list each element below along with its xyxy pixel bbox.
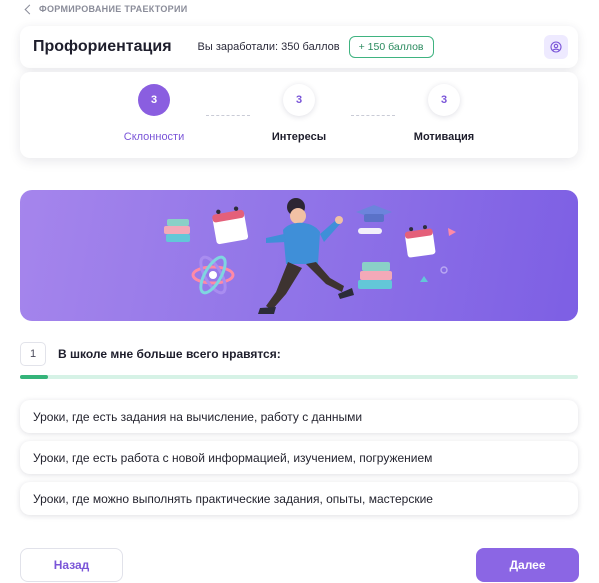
breadcrumb[interactable]: ФОРМИРОВАНИЕ ТРАЕКТОРИИ [24, 4, 188, 15]
answer-option-3[interactable]: Уроки, где можно выполнять практические … [20, 482, 578, 515]
header-card: Профориентация Вы заработали: 350 баллов… [20, 26, 578, 68]
books-icon [358, 262, 392, 289]
answer-option-1[interactable]: Уроки, где есть задания на вычисление, р… [20, 400, 578, 433]
atom-icon [191, 255, 235, 295]
student-figure [258, 198, 354, 314]
banner [20, 190, 578, 321]
back-button[interactable]: Назад [20, 548, 123, 582]
answer-option-2[interactable]: Уроки, где есть работа с новой информаци… [20, 441, 578, 474]
user-circle-icon [550, 41, 562, 53]
step-inclinations[interactable]: 3 Склонности [99, 84, 209, 143]
question-text: В школе мне больше всего нравятся: [58, 347, 281, 361]
step-number: 3 [283, 84, 315, 116]
steps-card: 3 Склонности 3 Интересы 3 Мотивация [20, 72, 578, 158]
question-number: 1 [20, 342, 46, 366]
step-interests[interactable]: 3 Интересы [244, 84, 354, 143]
step-label: Мотивация [413, 131, 475, 143]
breadcrumb-label: ФОРМИРОВАНИЕ ТРАЕКТОРИИ [39, 4, 188, 14]
question-progress-bar [20, 375, 578, 379]
calendar-icon [212, 206, 249, 245]
step-number: 3 [138, 84, 170, 116]
question-header: 1 В школе мне больше всего нравятся: [20, 342, 281, 366]
step-label: Склонности [123, 131, 185, 143]
student-with-books-illustration [164, 198, 456, 314]
profile-button[interactable] [544, 35, 568, 59]
step-motivation[interactable]: 3 Мотивация [389, 84, 499, 143]
question-progress-fill [20, 375, 48, 379]
calendar-icon [404, 225, 436, 258]
bonus-badge: + 150 баллов [348, 36, 434, 58]
chevron-left-icon [24, 4, 35, 15]
books-icon [164, 219, 190, 242]
page-title: Профориентация [33, 38, 172, 55]
graduation-cap-icon [356, 205, 392, 234]
earned-points: Вы заработали: 350 баллов [197, 41, 340, 53]
step-label: Интересы [271, 131, 327, 143]
step-number: 3 [428, 84, 460, 116]
next-button[interactable]: Далее [476, 548, 579, 582]
